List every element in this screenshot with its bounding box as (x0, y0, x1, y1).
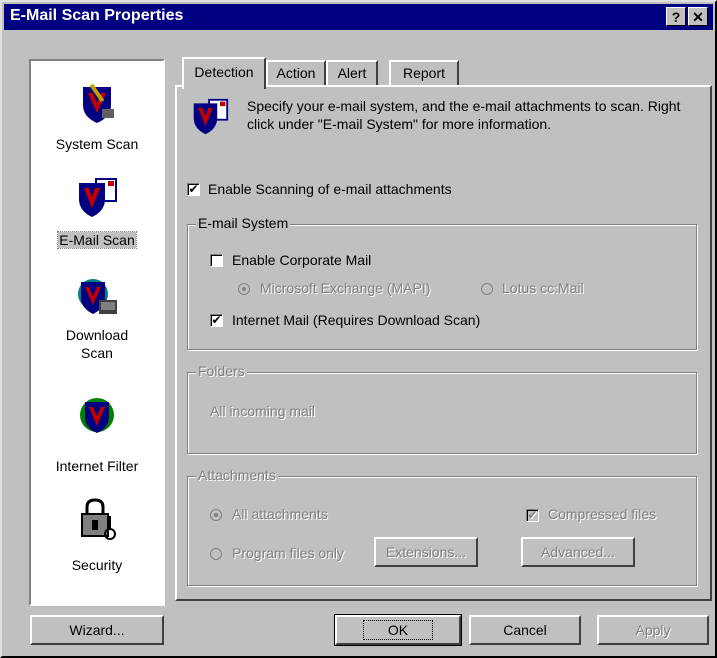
email-scan-icon (193, 98, 229, 135)
email-system-legend: E-mail System (196, 215, 291, 231)
internet-filter-icon (80, 398, 114, 433)
properties-window: E-Mail Scan Properties ? ✕ System Scan E… (0, 0, 717, 658)
wizard-button[interactable]: Wizard... (30, 615, 164, 645)
sidebar-item-label: System Scan (55, 136, 139, 152)
exchange-radio[interactable] (238, 283, 250, 295)
scan-category-list: System Scan E-Mail Scan Download Scan In… (29, 59, 165, 606)
email-system-group: E-mail System Enable Corporate Mail Micr… (187, 215, 697, 350)
tab-alert[interactable]: Alert (326, 60, 378, 86)
extensions-button[interactable]: Extensions... (374, 537, 478, 567)
all-attachments-radio[interactable] (210, 509, 222, 521)
folders-text: All incoming mail (210, 403, 316, 419)
internet-mail-checkbox[interactable]: ✔ (210, 314, 223, 327)
program-files-label[interactable]: Program files only (232, 545, 344, 561)
padlock-icon (81, 498, 116, 540)
ok-label: OK (362, 620, 434, 640)
sidebar-item-system-scan[interactable]: System Scan (31, 83, 163, 183)
sidebar-item-label: Internet Filter (55, 458, 139, 474)
system-scan-icon (83, 83, 114, 123)
cancel-button[interactable]: Cancel (469, 615, 581, 645)
sidebar-item-internet-filter[interactable]: Internet Filter (31, 395, 163, 485)
download-scan-icon (78, 279, 117, 314)
folders-group: Folders All incoming mail (187, 363, 697, 454)
compressed-files-checkbox[interactable]: ✔ (526, 509, 539, 522)
ok-button[interactable]: OK (334, 614, 462, 646)
compressed-files-label[interactable]: Compressed files (548, 506, 656, 522)
corporate-mail-label[interactable]: Enable Corporate Mail (232, 252, 371, 268)
corporate-mail-checkbox[interactable] (210, 254, 223, 267)
help-button[interactable]: ? (666, 7, 686, 26)
attachments-group: Attachments All attachments ✔ Compressed… (187, 467, 697, 586)
sidebar-item-download-scan[interactable]: Download Scan (31, 276, 163, 386)
all-attachments-label[interactable]: All attachments (232, 506, 328, 522)
tab-detection[interactable]: Detection (182, 57, 266, 89)
attachments-legend: Attachments (196, 467, 278, 483)
description-text: Specify your e-mail system, and the e-ma… (247, 98, 681, 132)
sidebar-item-security[interactable]: Security (31, 498, 163, 588)
enable-scanning-checkbox[interactable]: ✔ (187, 183, 200, 196)
folders-legend: Folders (196, 363, 247, 379)
sidebar-item-label: Security (71, 557, 123, 573)
close-button[interactable]: ✕ (688, 7, 708, 26)
lotus-radio[interactable] (481, 283, 493, 295)
tab-action[interactable]: Action (266, 60, 326, 86)
program-files-radio[interactable] (210, 548, 222, 560)
internet-mail-label[interactable]: Internet Mail (Requires Download Scan) (232, 312, 480, 328)
tab-report[interactable]: Report (389, 60, 459, 86)
enable-scanning-label[interactable]: Enable Scanning of e-mail attachments (208, 181, 452, 197)
title-bar[interactable]: E-Mail Scan Properties ? ✕ (4, 4, 713, 30)
detection-panel: Specify your e-mail system, and the e-ma… (175, 85, 712, 601)
sidebar-item-label: E-Mail Scan (57, 231, 137, 249)
email-scan-icon (79, 178, 117, 217)
window-title: E-Mail Scan Properties (10, 7, 184, 24)
advanced-button[interactable]: Advanced... (521, 537, 635, 567)
exchange-label[interactable]: Microsoft Exchange (MAPI) (260, 280, 430, 296)
sidebar-item-label: Download Scan (65, 327, 129, 361)
apply-button[interactable]: Apply (597, 615, 709, 645)
lotus-label[interactable]: Lotus cc:Mail (502, 280, 584, 296)
sidebar-item-email-scan[interactable]: E-Mail Scan (31, 177, 163, 257)
